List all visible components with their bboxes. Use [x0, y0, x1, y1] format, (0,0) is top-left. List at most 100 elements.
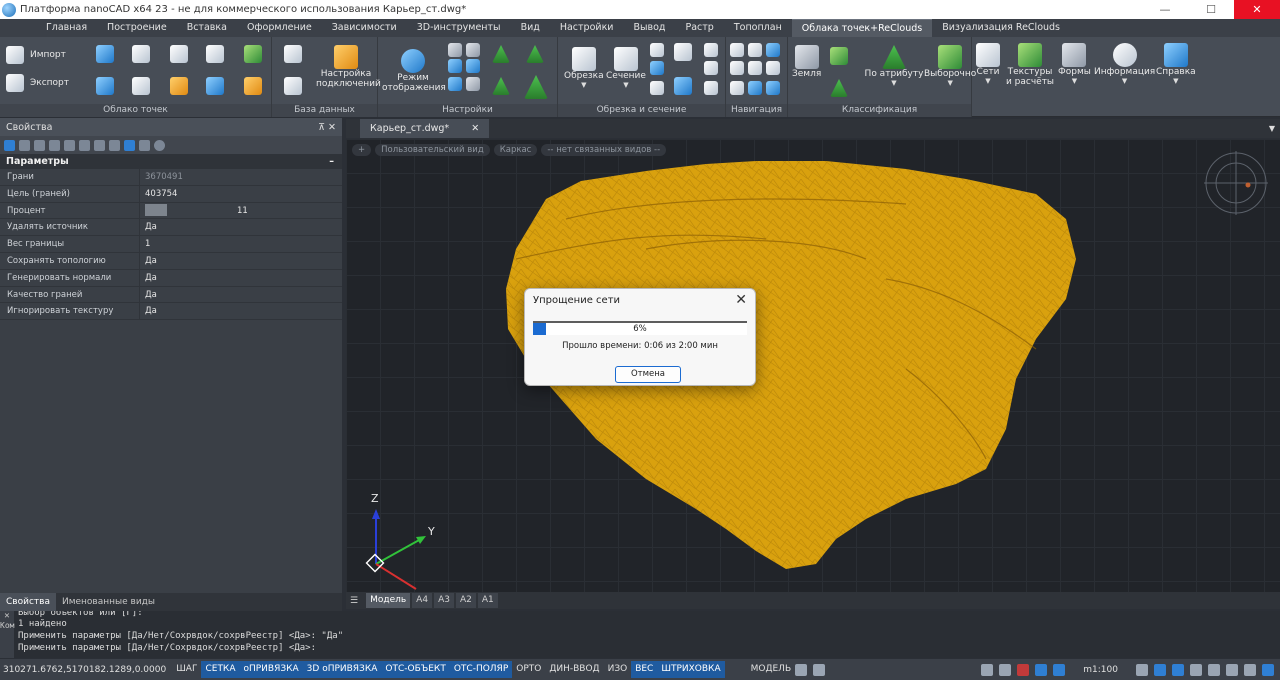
viewport-view-button[interactable]: Пользовательский вид	[375, 144, 490, 156]
nav-layers-icon[interactable]	[766, 43, 780, 57]
dyn-input-toggle[interactable]: ДИН-ВВОД	[545, 661, 603, 678]
points-icon[interactable]	[170, 45, 188, 63]
nav-up-icon[interactable]	[730, 43, 744, 57]
nets-button[interactable]: Сети ▼	[976, 43, 1000, 85]
forms-button[interactable]: Формы ▼	[1058, 43, 1091, 85]
view-compass-icon[interactable]	[1204, 151, 1268, 215]
cloud-transform-icon[interactable]	[170, 77, 188, 95]
pointer-icon[interactable]	[19, 139, 30, 151]
view-split-icon[interactable]	[448, 59, 462, 73]
ribbon-tab-topoplan[interactable]: Топоплан	[724, 19, 792, 37]
zoom-window-icon[interactable]	[1172, 663, 1184, 676]
ribbon-tab-visualization[interactable]: Визуализация ReClouds	[932, 19, 1070, 37]
clip-rotate-icon[interactable]	[650, 61, 664, 75]
layouts-menu-icon[interactable]: ☰	[350, 596, 358, 606]
view-image-icon[interactable]	[448, 77, 462, 91]
ribbon-tab-build[interactable]: Построение	[97, 19, 177, 37]
dialog-close-icon[interactable]: ✕	[735, 292, 747, 308]
tree-large-icon[interactable]	[524, 75, 548, 99]
tab-model[interactable]: Модель	[366, 593, 411, 608]
3d-osnap-toggle[interactable]: 3D оПРИВЯЗКА	[302, 661, 382, 678]
view-icon[interactable]	[124, 139, 135, 151]
viewport-style-button[interactable]: Каркас	[493, 144, 538, 156]
snap-toggle[interactable]: ШАГ	[172, 661, 201, 678]
percent-swatch[interactable]	[145, 204, 167, 217]
nav-move-icon[interactable]	[748, 61, 762, 75]
iso-toggle[interactable]: ИЗО	[604, 661, 632, 678]
quick-select-icon[interactable]	[4, 139, 15, 151]
ribbon-tab-view[interactable]: Вид	[511, 19, 550, 37]
clip-flip-icon[interactable]	[704, 61, 718, 75]
scale-readout[interactable]: m1:100	[1083, 665, 1118, 675]
grid-toggle[interactable]: СЕТКА	[201, 661, 240, 678]
params-group-header[interactable]: Параметры –	[0, 154, 342, 169]
clip-slice-icon[interactable]	[704, 43, 718, 57]
sort-icon[interactable]	[94, 139, 105, 151]
otrack-toggle[interactable]: ОТС-ОБЪЕКТ	[381, 661, 450, 678]
layout-view-icon[interactable]	[466, 43, 480, 57]
by-attribute-button[interactable]: По атрибуту ▼	[864, 45, 924, 87]
viewport-linked-views[interactable]: -- нет связанных видов --	[541, 144, 667, 156]
select-all-icon[interactable]	[34, 139, 45, 151]
close-window-button[interactable]: ✕	[1234, 0, 1280, 19]
zoom-icon[interactable]	[1154, 663, 1166, 676]
nav-bright-icon[interactable]	[766, 61, 780, 75]
lineweight-toggle[interactable]: ВЕС	[631, 661, 658, 678]
clip-button[interactable]: Обрезка ▼	[564, 47, 604, 89]
command-close-icon[interactable]: ✕	[0, 611, 14, 621]
document-tab[interactable]: Карьер_ст.dwg* ✕	[360, 119, 490, 138]
tabs-menu-icon[interactable]: ▼	[1269, 124, 1275, 133]
isolate-icon[interactable]	[1017, 663, 1030, 676]
toggle-select-icon[interactable]	[64, 139, 75, 151]
model-settings-icon[interactable]	[795, 663, 808, 676]
collapse-group-icon[interactable]: –	[329, 156, 334, 167]
ground-button[interactable]: Земля	[792, 45, 821, 79]
ribbon-tab-constraints[interactable]: Зависимости	[322, 19, 407, 37]
filter-icon[interactable]	[79, 139, 90, 151]
refresh-icon[interactable]	[1226, 663, 1238, 676]
view-merge-icon[interactable]	[466, 59, 480, 73]
cloud-layers-icon[interactable]	[96, 77, 114, 95]
class-colors-icon[interactable]	[830, 47, 848, 65]
prop-value-percent[interactable]: 11	[140, 203, 342, 219]
export-button[interactable]: Экспорт	[6, 74, 69, 92]
ribbon-tab-output[interactable]: Вывод	[623, 19, 675, 37]
lightbulb-icon[interactable]	[999, 663, 1012, 676]
crop-cloud-icon[interactable]	[206, 45, 224, 63]
nav-camera-icon[interactable]	[730, 81, 744, 95]
cloud-save-icon[interactable]	[132, 77, 150, 95]
fullscreen-icon[interactable]	[1262, 663, 1274, 676]
dim-icon[interactable]	[109, 139, 120, 151]
ribbon-tab-raster[interactable]: Растр	[675, 19, 723, 37]
nav-sphere-icon[interactable]	[766, 81, 780, 95]
clip-box-icon[interactable]	[650, 43, 664, 57]
grid-view-icon[interactable]	[448, 43, 462, 57]
ortho-toggle[interactable]: ОРТО	[512, 661, 545, 678]
connection-settings-button[interactable]: Настройка подключений	[316, 45, 381, 89]
annotation-icon[interactable]	[981, 663, 994, 676]
db-refresh-icon[interactable]	[284, 77, 302, 95]
nav-cube-icon[interactable]	[748, 81, 762, 95]
tab-a4[interactable]: A4	[412, 593, 433, 608]
viewports-icon[interactable]	[1244, 663, 1256, 676]
geo-icon[interactable]	[244, 45, 262, 63]
ribbon-tab-annotate[interactable]: Оформление	[237, 19, 322, 37]
section-button[interactable]: Сечение ▼	[606, 47, 646, 89]
display-mode-button[interactable]: Режим отображения	[382, 49, 446, 93]
help-icon[interactable]	[154, 139, 165, 151]
osnap-toggle[interactable]: оПРИВЯЗКА	[239, 661, 303, 678]
tab-properties[interactable]: Свойства	[0, 593, 56, 611]
collapse-icon[interactable]	[139, 139, 150, 151]
prop-value[interactable]: Да	[140, 287, 342, 303]
tree-brush-icon[interactable]	[492, 77, 510, 95]
nav-arrow-icon[interactable]	[730, 61, 744, 75]
orbit-icon[interactable]	[1208, 663, 1220, 676]
maximize-button[interactable]: ☐	[1188, 0, 1234, 19]
viewport-plus-button[interactable]: +	[352, 144, 372, 156]
prop-value[interactable]: Да	[140, 219, 342, 235]
clip-grid-icon[interactable]	[704, 81, 718, 95]
prop-value[interactable]: Да	[140, 253, 342, 269]
ribbon-tab-insert[interactable]: Вставка	[177, 19, 237, 37]
ribbon-tab-home[interactable]: Главная	[36, 19, 97, 37]
prop-value[interactable]: Да	[140, 303, 342, 319]
